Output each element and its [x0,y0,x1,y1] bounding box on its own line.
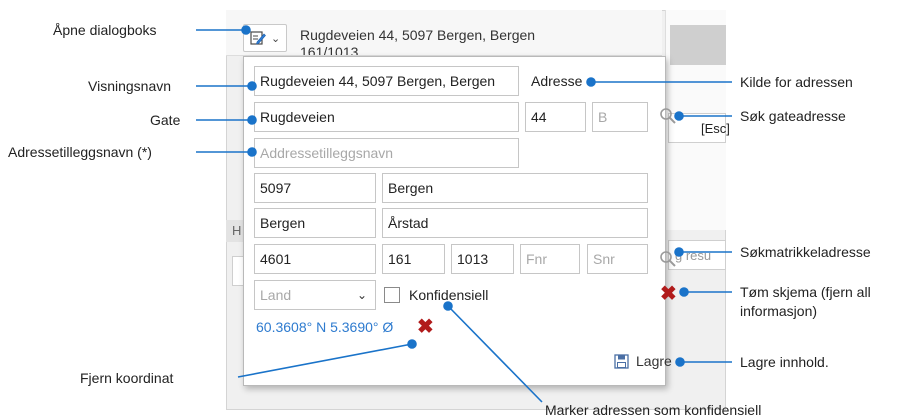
callout-save-content: Lagre innhold. [740,354,829,370]
callout-supplement: Adressetilleggsnavn (*) [8,144,152,160]
callout-search-street: Søk gateadresse [740,108,846,124]
callout-mark-confidential: Marker adressen som konfidensiell [545,402,762,418]
callout-clear-form-line2: informasjon) [740,303,818,319]
callout-remove-coordinate: Fjern koordinat [80,370,174,386]
callout-clear-form: Tøm skjema (fjern all [740,284,871,300]
callout-open-dialog: Åpne dialogboks [53,22,157,38]
callout-search-cadastre: Søkmatrikkeladresse [740,244,871,260]
callout-street: Gate [150,112,181,128]
callout-display-name: Visningsnavn [88,78,172,94]
callout-address-source: Kilde for adressen [740,74,853,90]
